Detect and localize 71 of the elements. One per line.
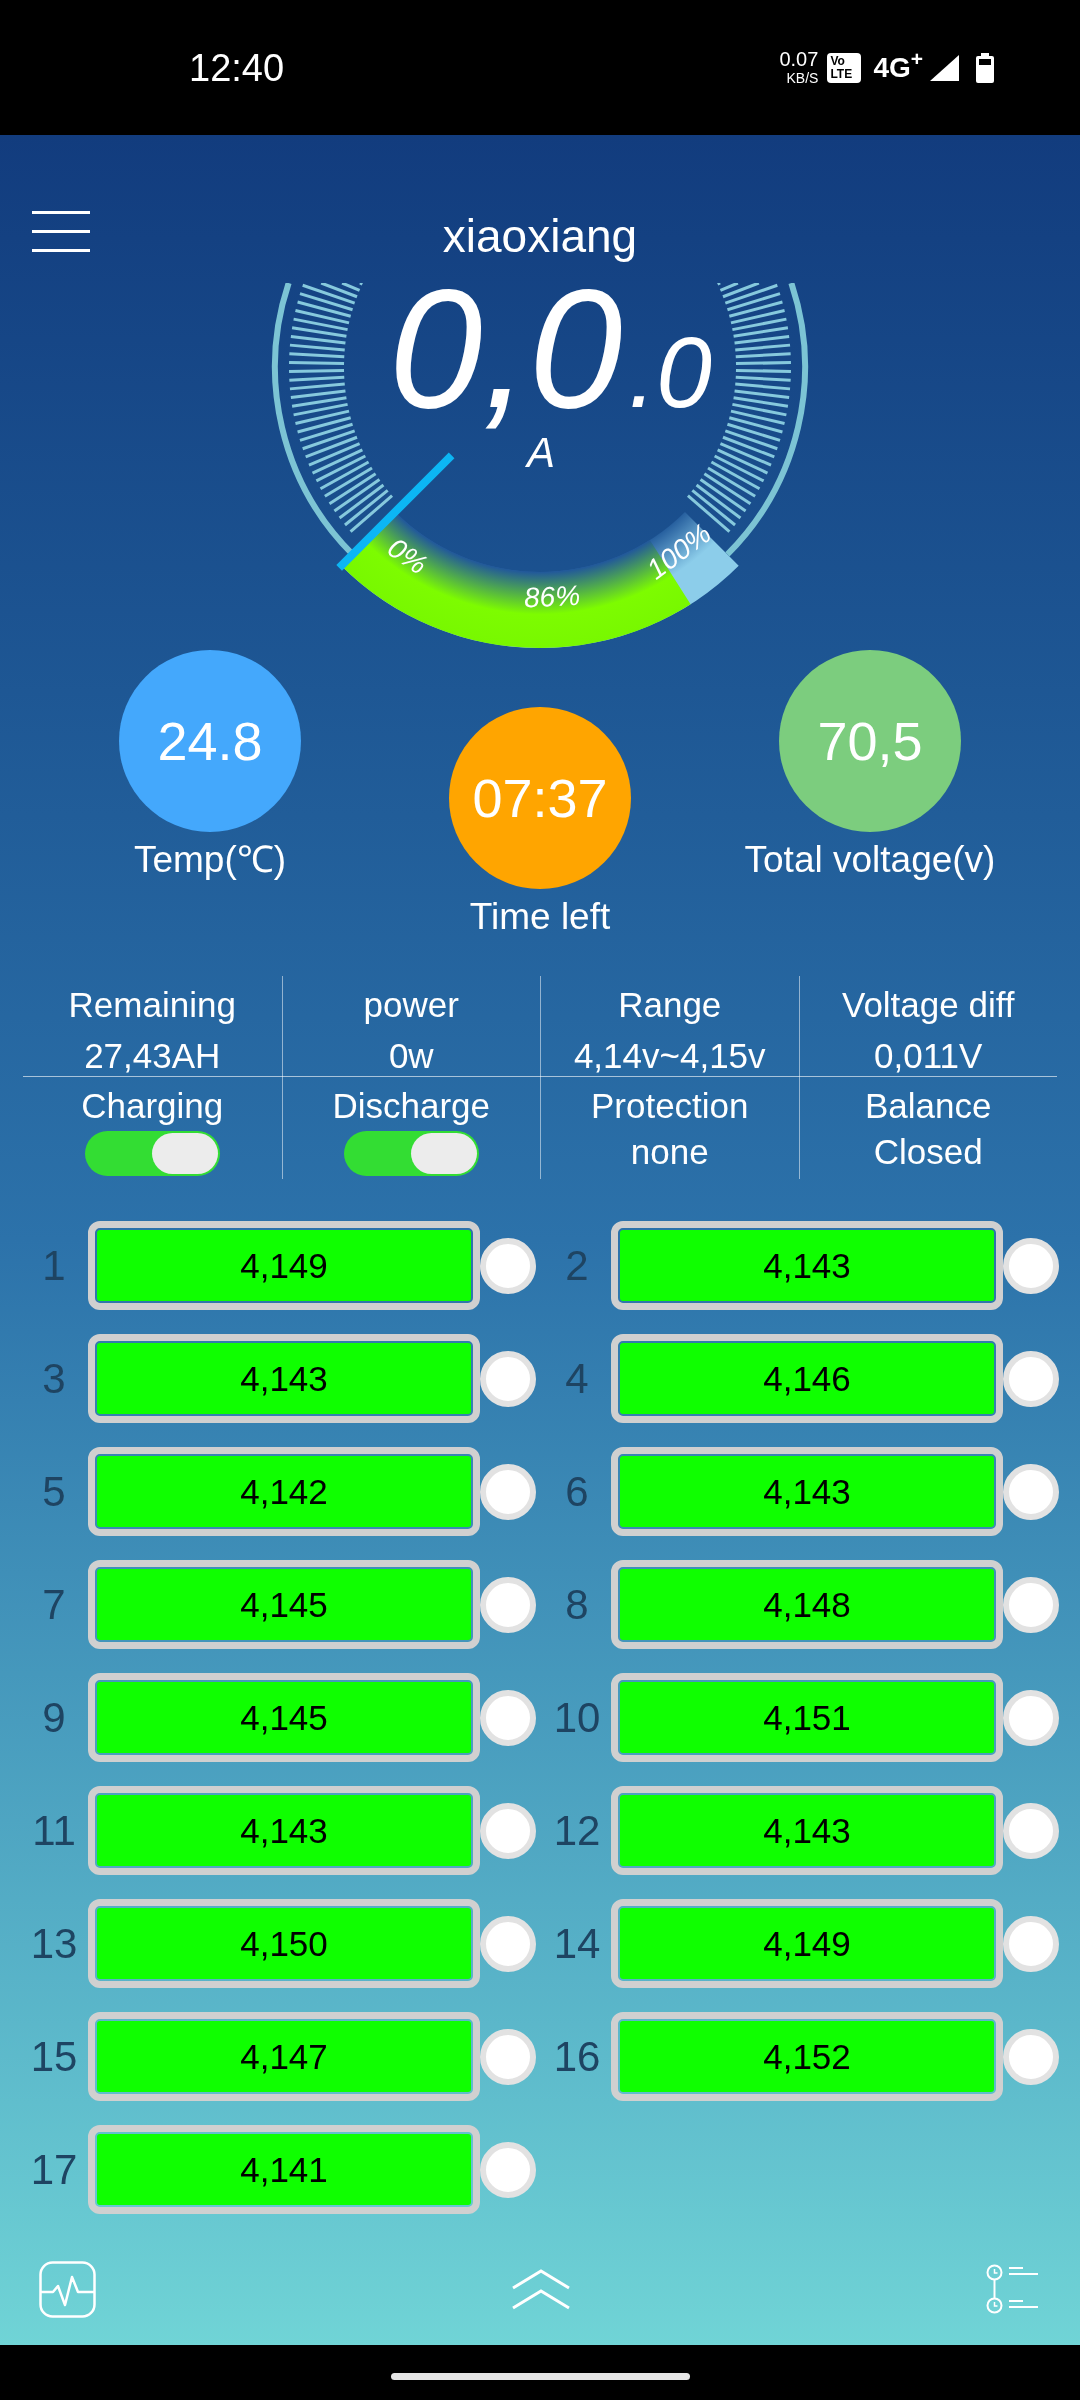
- reading-label: Total voltage(v): [744, 839, 996, 881]
- stat-label: Balance: [865, 1085, 992, 1127]
- pulse-icon: [39, 2260, 96, 2318]
- device-title: xiaoxiang: [442, 209, 638, 263]
- cell-number: 17: [29, 2145, 79, 2194]
- current-unit: A: [527, 432, 555, 474]
- toggle-switch[interactable]: [343, 1131, 479, 1176]
- cell-voltage-bar: 4,143: [611, 1447, 1003, 1536]
- current-value: 0,0: [388, 270, 623, 430]
- toggle-switch[interactable]: [84, 1131, 220, 1176]
- cell-voltage-bar: 4,148: [611, 1560, 1003, 1649]
- clock-time: 12:40: [189, 45, 285, 90]
- cell-number: 1: [41, 1241, 67, 1290]
- timeline-list-icon: [986, 2264, 1038, 2314]
- stat-value: none: [630, 1131, 709, 1173]
- cell-number: 5: [41, 1467, 67, 1516]
- cell-number: 11: [31, 1806, 77, 1855]
- stat-value: 27,43AH: [84, 1035, 221, 1077]
- cell-voltage-bar: 4,149: [611, 1899, 1003, 1988]
- stat-label: Charging: [81, 1085, 224, 1127]
- cell-number: 16: [552, 2032, 602, 2081]
- reading-label: Temp(℃): [133, 839, 287, 881]
- cell-voltage-bar: 4,152: [611, 2012, 1003, 2101]
- stat-label: Voltage diff: [841, 984, 1015, 1026]
- cell-voltage-bar: 4,146: [611, 1334, 1003, 1423]
- cell-number: 12: [552, 1806, 602, 1855]
- signal-icon: [930, 54, 959, 81]
- stat-value: 0,011V: [874, 1035, 983, 1077]
- cell-voltage-bar: 4,141: [88, 2125, 480, 2214]
- current-decimal: .0: [628, 325, 713, 420]
- cell-number: 13: [29, 1919, 79, 1968]
- cell-number: 2: [564, 1241, 590, 1290]
- stat-value: 0w: [388, 1035, 434, 1077]
- cell-voltage-bar: 4,143: [611, 1221, 1003, 1310]
- percent-label: 0%: [382, 531, 434, 581]
- cell-number: 14: [552, 1919, 602, 1968]
- cell-number: 9: [41, 1693, 67, 1742]
- cell-voltage-bar: 4,145: [88, 1673, 480, 1762]
- network-speed: 0.07: [779, 49, 819, 70]
- stat-value: 4,14v~4,15v: [573, 1035, 766, 1077]
- stat-label: power: [363, 984, 459, 1026]
- reading-label: Time left: [469, 896, 611, 938]
- cell-voltage-bar: 4,143: [611, 1786, 1003, 1875]
- cell-number: 6: [564, 1467, 590, 1516]
- cell-number: 4: [564, 1354, 590, 1403]
- cell-voltage-bar: 4,143: [88, 1786, 480, 1875]
- stat-label: Discharge: [332, 1085, 491, 1127]
- cell-voltage-bar: 4,151: [611, 1673, 1003, 1762]
- network-type: 4G$^{+}$: [873, 50, 923, 85]
- battery-icon: [976, 52, 994, 83]
- cell-voltage-bar: 4,150: [88, 1899, 480, 1988]
- cell-voltage-bar: 4,149: [88, 1221, 480, 1310]
- percent-label: 86%: [523, 579, 581, 614]
- cell-voltage-bar: 4,143: [88, 1334, 480, 1423]
- stat-value: Closed: [873, 1131, 983, 1173]
- stat-label: Protection: [590, 1085, 749, 1127]
- cell-number: 3: [41, 1354, 67, 1403]
- cell-number: 15: [29, 2032, 79, 2081]
- menu-icon: [32, 211, 90, 252]
- cell-number: 7: [41, 1580, 67, 1629]
- cell-number: 8: [564, 1580, 590, 1629]
- cell-voltage-bar: 4,145: [88, 1560, 480, 1649]
- double-chevron-up-icon: [511, 2268, 571, 2310]
- cell-voltage-bar: 4,147: [88, 2012, 480, 2101]
- network-speed-unit: KB/S: [786, 70, 819, 86]
- cell-number: 10: [552, 1693, 602, 1742]
- stat-label: Remaining: [68, 984, 236, 1026]
- menu-button[interactable]: [32, 211, 90, 252]
- cell-voltage-bar: 4,142: [88, 1447, 480, 1536]
- stat-label: Range: [618, 984, 722, 1026]
- volte-badge: Vo LTE: [827, 52, 862, 83]
